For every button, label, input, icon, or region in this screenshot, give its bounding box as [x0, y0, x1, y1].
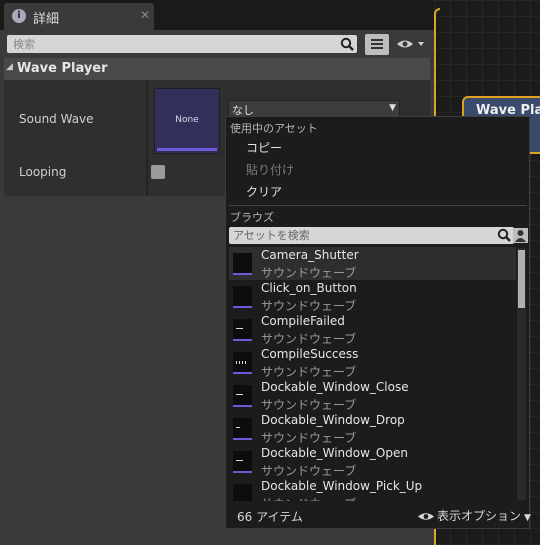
- sound-wave-thumbnail: [233, 484, 252, 501]
- eye-icon: [397, 40, 424, 48]
- asset-type: サウンドウェーブ: [261, 332, 357, 346]
- list-item[interactable]: Dockable_Window_Open サウンドウェーブ: [229, 445, 516, 478]
- looping-label: Looping: [19, 165, 67, 179]
- asset-name: Camera_Shutter: [261, 248, 359, 262]
- sound-wave-thumbnail: [233, 253, 252, 275]
- view-options-label: 表示オプション: [437, 509, 522, 523]
- clear-menu-item[interactable]: クリア: [246, 183, 282, 200]
- asset-type-bar: [157, 148, 217, 151]
- user-icon[interactable]: [513, 228, 528, 243]
- search-box: [7, 35, 357, 53]
- asset-search-box: [229, 227, 514, 244]
- list-item[interactable]: Click_on_Button サウンドウェーブ: [229, 280, 516, 313]
- asset-name: CompileFailed: [261, 314, 345, 328]
- sound-wave-thumbnail: [233, 352, 252, 374]
- menu-footer: 66 アイテム 表示オプション ▼: [226, 503, 531, 528]
- column-divider[interactable]: [146, 80, 148, 196]
- list-item[interactable]: Dockable_Window_Pick_Up サウンドウェーブ: [229, 478, 516, 501]
- list-item[interactable]: Dockable_Window_Drop サウンドウェーブ: [229, 412, 516, 445]
- list-view-icon: [371, 39, 383, 49]
- info-icon: i: [12, 9, 26, 23]
- category-header[interactable]: ◢ Wave Player: [4, 58, 430, 80]
- sound-wave-thumbnail: [233, 319, 252, 341]
- menu-divider: [229, 205, 527, 206]
- sound-wave-label: Sound Wave: [19, 112, 94, 126]
- asset-type: サウンドウェーブ: [261, 266, 357, 280]
- search-icon[interactable]: [497, 228, 511, 242]
- sound-wave-thumbnail: [233, 286, 252, 308]
- asset-list: Camera_Shutter サウンドウェーブ Click_on_Button …: [229, 247, 516, 501]
- tab-label: 詳細: [33, 12, 60, 27]
- list-item[interactable]: Camera_Shutter サウンドウェーブ: [229, 247, 516, 280]
- asset-name: Dockable_Window_Pick_Up: [261, 479, 423, 493]
- thumbnail-text: None: [175, 115, 199, 125]
- list-item[interactable]: Dockable_Window_Close サウンドウェーブ: [229, 379, 516, 412]
- asset-type: サウンドウェーブ: [261, 365, 357, 379]
- asset-name: Click_on_Button: [261, 281, 357, 295]
- looping-checkbox[interactable]: [151, 165, 165, 179]
- search-icon[interactable]: [340, 37, 354, 51]
- list-item[interactable]: CompileFailed サウンドウェーブ: [229, 313, 516, 346]
- category-title: Wave Player: [17, 61, 108, 76]
- asset-name: Dockable_Window_Drop: [261, 413, 405, 427]
- asset-type: サウンドウェーブ: [261, 464, 357, 478]
- chevron-down-icon: ▼: [389, 103, 396, 113]
- copy-menu-item[interactable]: コピー: [246, 139, 282, 156]
- sound-wave-thumbnail[interactable]: None: [154, 88, 220, 154]
- asset-name: CompileSuccess: [261, 347, 359, 361]
- collapse-arrow-icon[interactable]: ◢: [6, 62, 13, 72]
- paste-menu-item[interactable]: 貼り付け: [246, 161, 294, 178]
- scrollbar-thumb[interactable]: [518, 250, 525, 308]
- tab-bar: i 詳細 ✕: [0, 0, 434, 30]
- asset-type: サウンドウェーブ: [261, 431, 357, 445]
- list-item[interactable]: CompileSuccess サウンドウェーブ: [229, 346, 516, 379]
- sound-wave-thumbnail: [233, 385, 252, 407]
- search-row: [0, 30, 434, 58]
- in-use-header: 使用中のアセット: [230, 122, 318, 135]
- asset-name: Dockable_Window_Open: [261, 446, 408, 460]
- asset-type: サウンドウェーブ: [261, 398, 357, 412]
- eye-icon: [418, 513, 434, 520]
- item-count: 66 アイテム: [237, 510, 303, 524]
- sound-wave-thumbnail: [233, 451, 252, 473]
- view-options-button[interactable]: 表示オプション ▼: [418, 507, 531, 524]
- close-icon[interactable]: ✕: [140, 8, 150, 22]
- chevron-down-icon: ▼: [524, 513, 531, 523]
- sound-wave-thumbnail: [233, 418, 252, 440]
- visibility-filter-button[interactable]: [396, 36, 426, 53]
- scrollbar[interactable]: [517, 248, 526, 500]
- asset-search-input[interactable]: [233, 227, 488, 243]
- asset-type: サウンドウェーブ: [261, 299, 357, 313]
- asset-name: Dockable_Window_Close: [261, 380, 409, 394]
- sound-wave-combo[interactable]: なし ▼: [228, 100, 400, 117]
- browse-header: ブラウズ: [230, 211, 274, 224]
- view-options-button[interactable]: [365, 34, 389, 55]
- asset-type: サウンドウェーブ: [261, 495, 356, 501]
- asset-picker-menu: 使用中のアセット コピー 貼り付け クリア ブラウズ Camera_Shutte…: [225, 116, 531, 529]
- tab-details[interactable]: i 詳細 ✕: [4, 3, 154, 30]
- search-input[interactable]: [13, 36, 313, 52]
